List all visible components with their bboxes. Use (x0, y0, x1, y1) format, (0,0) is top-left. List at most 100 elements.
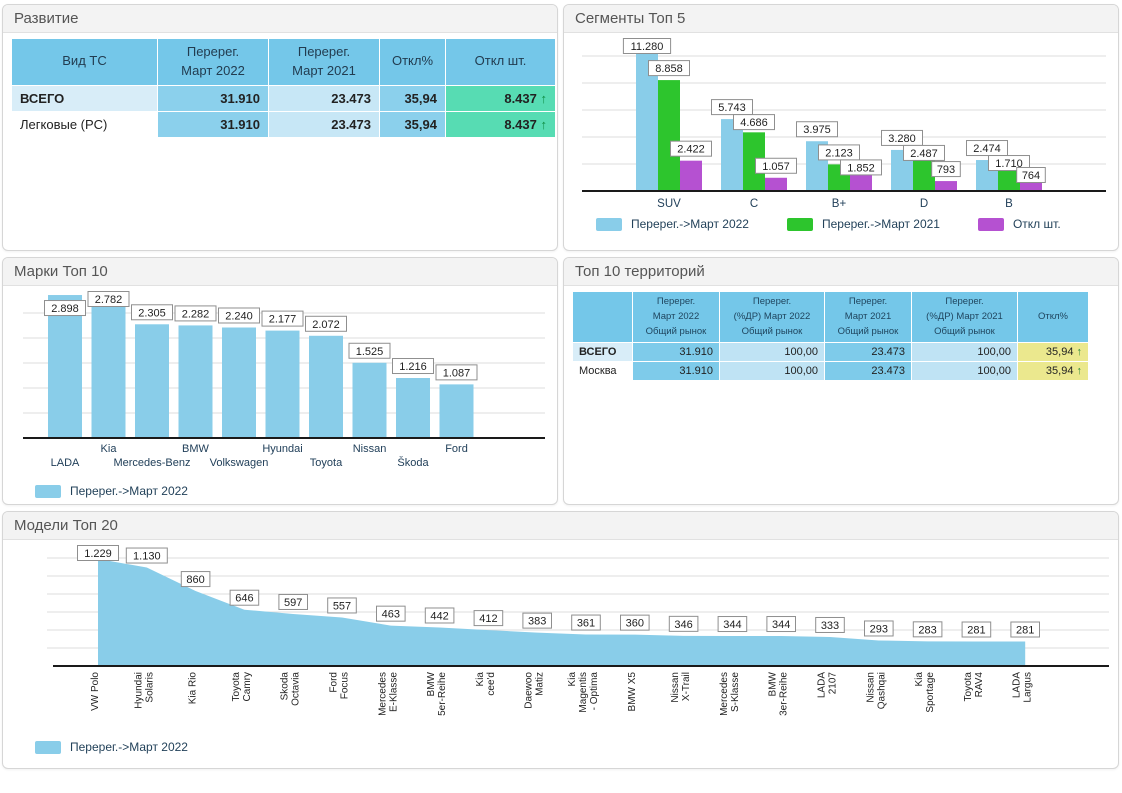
category-label: Matiz (535, 672, 546, 696)
legend-label: Перерег.->Март 2022 (70, 740, 188, 754)
column-header[interactable]: Вид ТС (12, 39, 157, 85)
value-cell[interactable]: 35,94 (380, 112, 445, 137)
bar-D[interactable] (935, 181, 957, 191)
bar-Toyota[interactable] (309, 336, 343, 438)
value-cell[interactable]: 23.473 (269, 112, 379, 137)
bar-BMW[interactable] (179, 325, 213, 438)
value-cell[interactable]: 31.910 (158, 86, 268, 111)
category-label: Mercedes-Benz (113, 457, 190, 469)
legend-item[interactable]: Перерег.->Март 2022 (596, 217, 749, 231)
column-header[interactable] (573, 292, 632, 342)
category-label: Largus (1023, 672, 1034, 703)
category-label: BMW (182, 443, 210, 455)
value-cell[interactable]: 100,00 (912, 343, 1017, 361)
legend-label: Перерег.->Март 2021 (822, 217, 940, 231)
legend-item[interactable]: Перерег.->Март 2022 (35, 740, 188, 754)
value-label: 361 (577, 618, 595, 630)
legend-swatch (596, 218, 622, 231)
value-cell[interactable]: 8.437 ↑ (446, 112, 555, 137)
value-label: 8.858 (655, 63, 683, 75)
row-label-cell[interactable]: ВСЕГО (573, 343, 632, 361)
value-label: 2.422 (677, 144, 705, 156)
models-area-chart: 1.2291.130860646597557463442412383361360… (11, 544, 1115, 736)
category-label: VW Polo (90, 672, 101, 711)
category-label: Camry (242, 672, 253, 701)
legend-item[interactable]: Перерег.->Март 2021 (787, 217, 940, 231)
column-header[interactable]: Откл% (380, 39, 445, 85)
panel-title: Модели Топ 20 (3, 512, 1118, 540)
development-table: Вид ТСПеререг.Март 2022Перерег.Март 2021… (11, 38, 556, 138)
column-header[interactable]: Перерег.Март 2021Общий рынок (825, 292, 911, 342)
value-cell[interactable]: 35,94 ↑ (1018, 362, 1088, 380)
table-row: Легковые (PC)31.91023.47335,948.437 ↑ (12, 112, 555, 137)
row-label-cell[interactable]: ВСЕГО (12, 86, 157, 111)
value-cell[interactable]: 23.473 (269, 86, 379, 111)
value-label: 281 (1016, 625, 1034, 637)
value-cell[interactable]: 8.437 ↑ (446, 86, 555, 111)
category-label: Skoda (280, 672, 291, 701)
table-row: ВСЕГО31.91023.47335,948.437 ↑ (12, 86, 555, 111)
category-label: C (750, 198, 758, 210)
bar-LADA[interactable] (48, 295, 82, 438)
category-label: Toyota (231, 672, 242, 702)
column-header[interactable]: Перерег.Март 2022 (158, 39, 268, 85)
legend-item[interactable]: Перерег.->Март 2022 (35, 484, 188, 498)
value-label: 11.280 (631, 41, 664, 53)
value-label: 1.087 (443, 367, 471, 379)
bar-SUV[interactable] (680, 161, 702, 191)
legend-label: Перерег.->Март 2022 (70, 484, 188, 498)
value-cell[interactable]: 35,94 (380, 86, 445, 111)
value-cell[interactable]: 23.473 (825, 362, 911, 380)
value-cell[interactable]: 31.910 (158, 112, 268, 137)
column-header[interactable]: Перерег.Март 2022Общий рынок (633, 292, 719, 342)
bar-Škoda[interactable] (396, 378, 430, 438)
row-label-cell[interactable]: Москва (573, 362, 632, 380)
column-header[interactable]: Перерег.(%ДР) Март 2022Общий рынок (720, 292, 824, 342)
bar-C[interactable] (765, 178, 787, 191)
column-header[interactable]: Перерег.Март 2021 (269, 39, 379, 85)
value-label: 4.686 (740, 117, 768, 129)
bar-Hyundai[interactable] (266, 331, 300, 438)
bar-Nissan[interactable] (353, 363, 387, 438)
bar-Mercedes-Benz[interactable] (135, 324, 169, 438)
category-label: Mercedes (377, 672, 388, 716)
column-header[interactable]: Перерег.(%ДР) Март 2021Общий рынок (912, 292, 1017, 342)
value-label: 3.280 (888, 133, 916, 145)
value-label: 2.072 (312, 319, 340, 331)
category-label: cee'd (486, 672, 497, 696)
panel-brands: Марки Топ 10 LADAKiaMercedes-BenzBMWVolk… (2, 257, 558, 505)
value-cell[interactable]: 100,00 (912, 362, 1017, 380)
up-arrow: ↑ (541, 117, 548, 132)
category-label: B+ (832, 198, 847, 210)
segments-legend: Перерег.->Март 2022 Перерег.->Март 2021 От… (564, 217, 1118, 231)
category-label: Ford (329, 672, 340, 693)
row-label-cell[interactable]: Легковые (PC) (12, 112, 157, 137)
category-label: Kia (914, 672, 925, 687)
value-cell[interactable]: 100,00 (720, 343, 824, 361)
legend-label: Перерег.->Март 2022 (631, 217, 749, 231)
brands-legend: Перерег.->Март 2022 (3, 484, 557, 498)
bar-Kia[interactable] (92, 301, 126, 438)
value-cell[interactable]: 35,94 ↑ (1018, 343, 1088, 361)
legend-item[interactable]: Откл шт. (978, 217, 1061, 231)
column-header[interactable]: Откл шт. (446, 39, 555, 85)
value-cell[interactable]: 23.473 (825, 343, 911, 361)
value-label: 283 (918, 624, 936, 636)
bar-Ford[interactable] (440, 384, 474, 438)
value-label: 412 (479, 613, 497, 625)
column-header[interactable]: Откл% (1018, 292, 1088, 342)
value-label: 293 (870, 623, 888, 635)
category-label: Toyota (310, 457, 343, 469)
value-cell[interactable]: 31.910 (633, 362, 719, 380)
bar-SUV[interactable] (658, 80, 680, 191)
category-label: D (920, 198, 928, 210)
value-cell[interactable]: 31.910 (633, 343, 719, 361)
category-label: BMW X5 (627, 672, 638, 712)
category-label: Kia (475, 672, 486, 687)
category-label: Qashqai (876, 672, 887, 709)
value-cell[interactable]: 100,00 (720, 362, 824, 380)
panel-territories: Топ 10 территорий Перерег.Март 2022Общий… (563, 257, 1119, 505)
models-legend: Перерег.->Март 2022 (3, 740, 1118, 754)
category-label: - Optima (589, 672, 600, 711)
bar-Volkswagen[interactable] (222, 327, 256, 438)
